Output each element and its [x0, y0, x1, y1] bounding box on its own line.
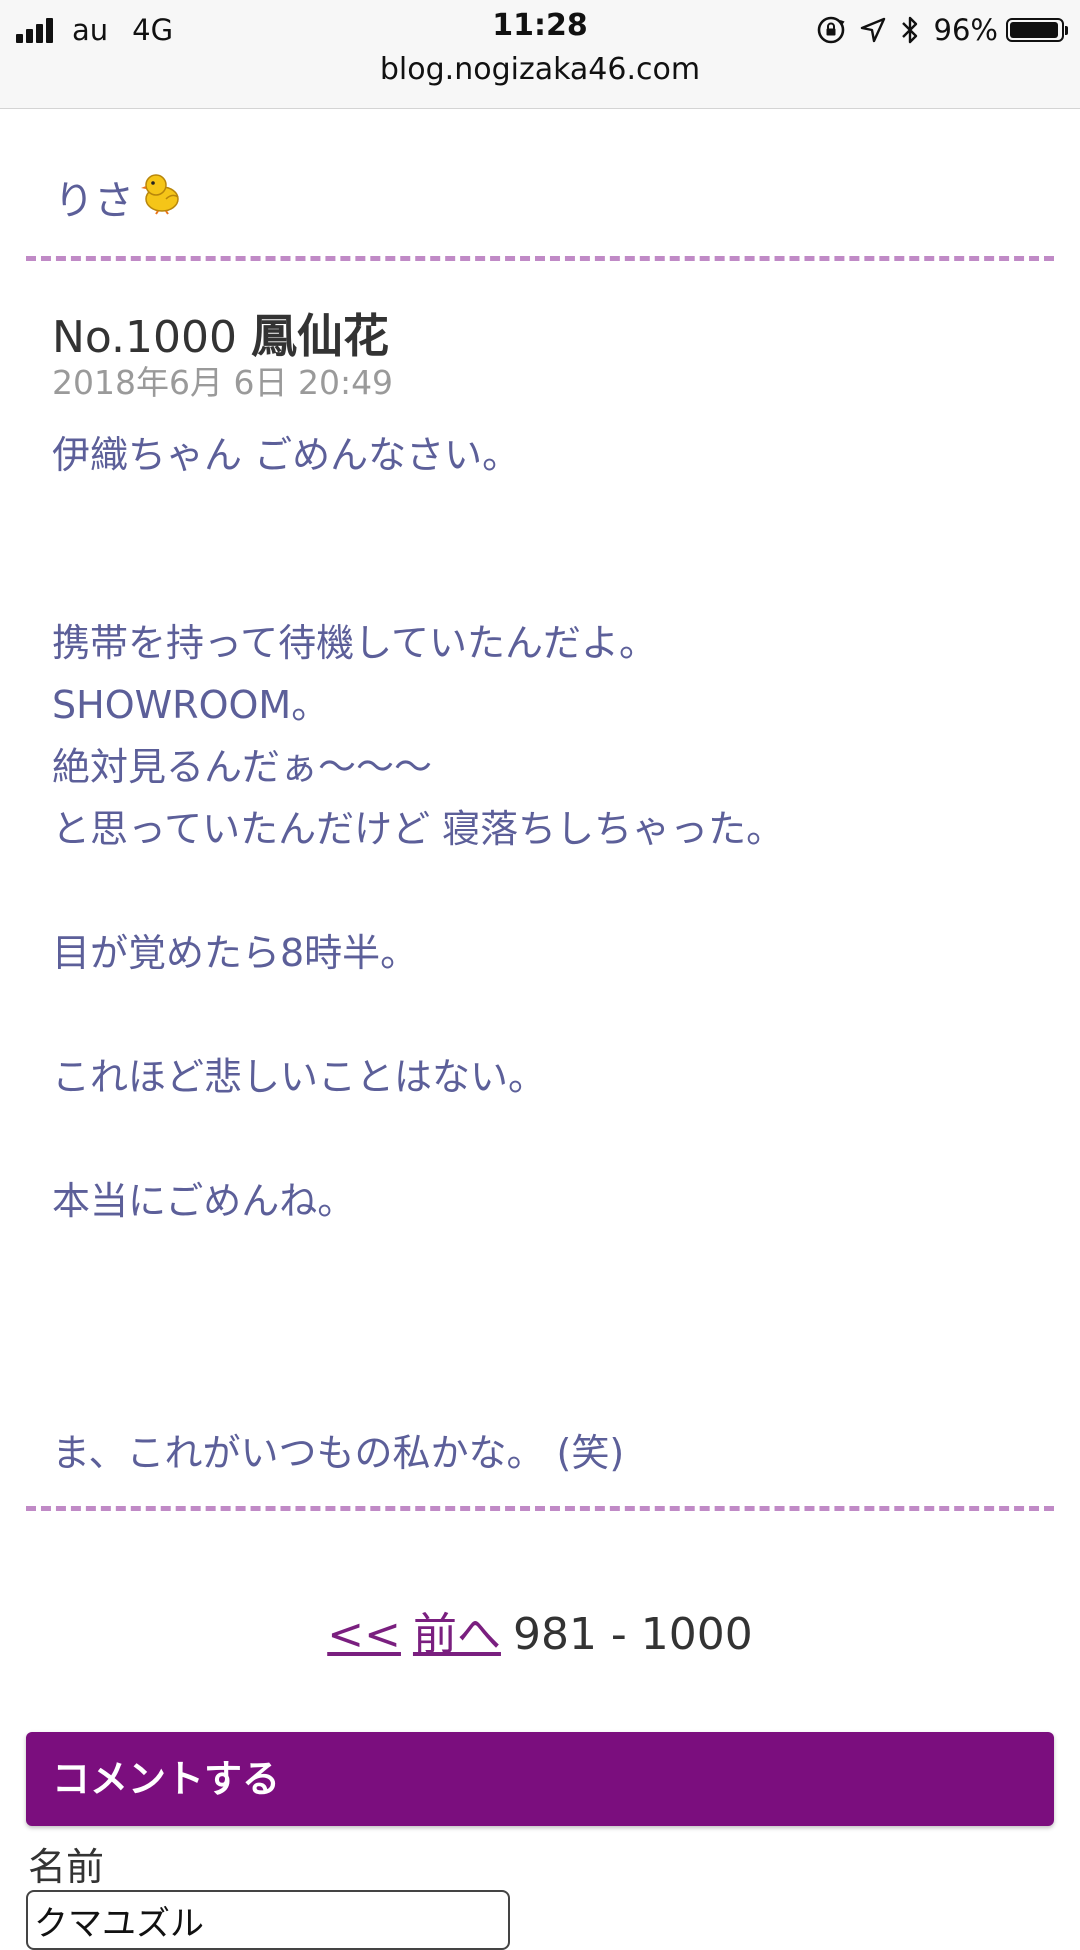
post-date: 2018年6月 6日 20:49 [52, 363, 394, 402]
post-body-line: 携帯を持って待機していたんだよ。 [52, 621, 657, 665]
post-body-line: SHOWROOM。 [52, 683, 330, 727]
post-body-line: ま、これがいつもの私かな。 (笑) [52, 1431, 625, 1475]
prev-page-link[interactable]: 前へ [413, 1609, 501, 1660]
divider-top [26, 256, 1054, 261]
blog-author: りさ [54, 168, 184, 226]
post-body-line: 目が覚めたら8時半。 [52, 931, 419, 975]
post-body-line: 絶対見るんだぁ〜〜〜 [52, 745, 433, 789]
pagination: << 前へ 981 - 1000 [0, 1598, 1080, 1662]
page-range: 981 - 1000 [512, 1609, 753, 1660]
orientation-lock-icon [816, 15, 846, 45]
comment-header: コメントする [26, 1732, 1054, 1826]
post-body-line: これほど悲しいことはない。 [52, 1055, 547, 1099]
divider-bottom [26, 1506, 1054, 1511]
post-body-line: 本当にごめんね。 [52, 1179, 356, 1223]
battery-fill [1010, 22, 1058, 38]
status-bar: au 4G 11:28 96% blog.nogizaka46.com [0, 0, 1080, 109]
chick-icon [138, 169, 184, 225]
battery-icon [1006, 18, 1068, 42]
status-right: 96% [802, 10, 1068, 50]
battery-percent: 96% [933, 13, 998, 47]
location-arrow-icon [860, 17, 886, 43]
bluetooth-icon [900, 15, 920, 45]
post-body-line: 伊織ちゃん ごめんなさい。 [52, 433, 521, 477]
name-input[interactable] [26, 1890, 510, 1950]
address-bar-url[interactable]: blog.nogizaka46.com [0, 52, 1080, 87]
post-body-line: と思っていたんだけど 寝落ちしちゃった。 [52, 807, 785, 851]
first-page-link[interactable]: << [327, 1609, 401, 1660]
name-label: 名前 [28, 1845, 105, 1889]
post-title-text: 鳳仙花 [251, 309, 390, 363]
author-name: りさ [54, 178, 134, 224]
